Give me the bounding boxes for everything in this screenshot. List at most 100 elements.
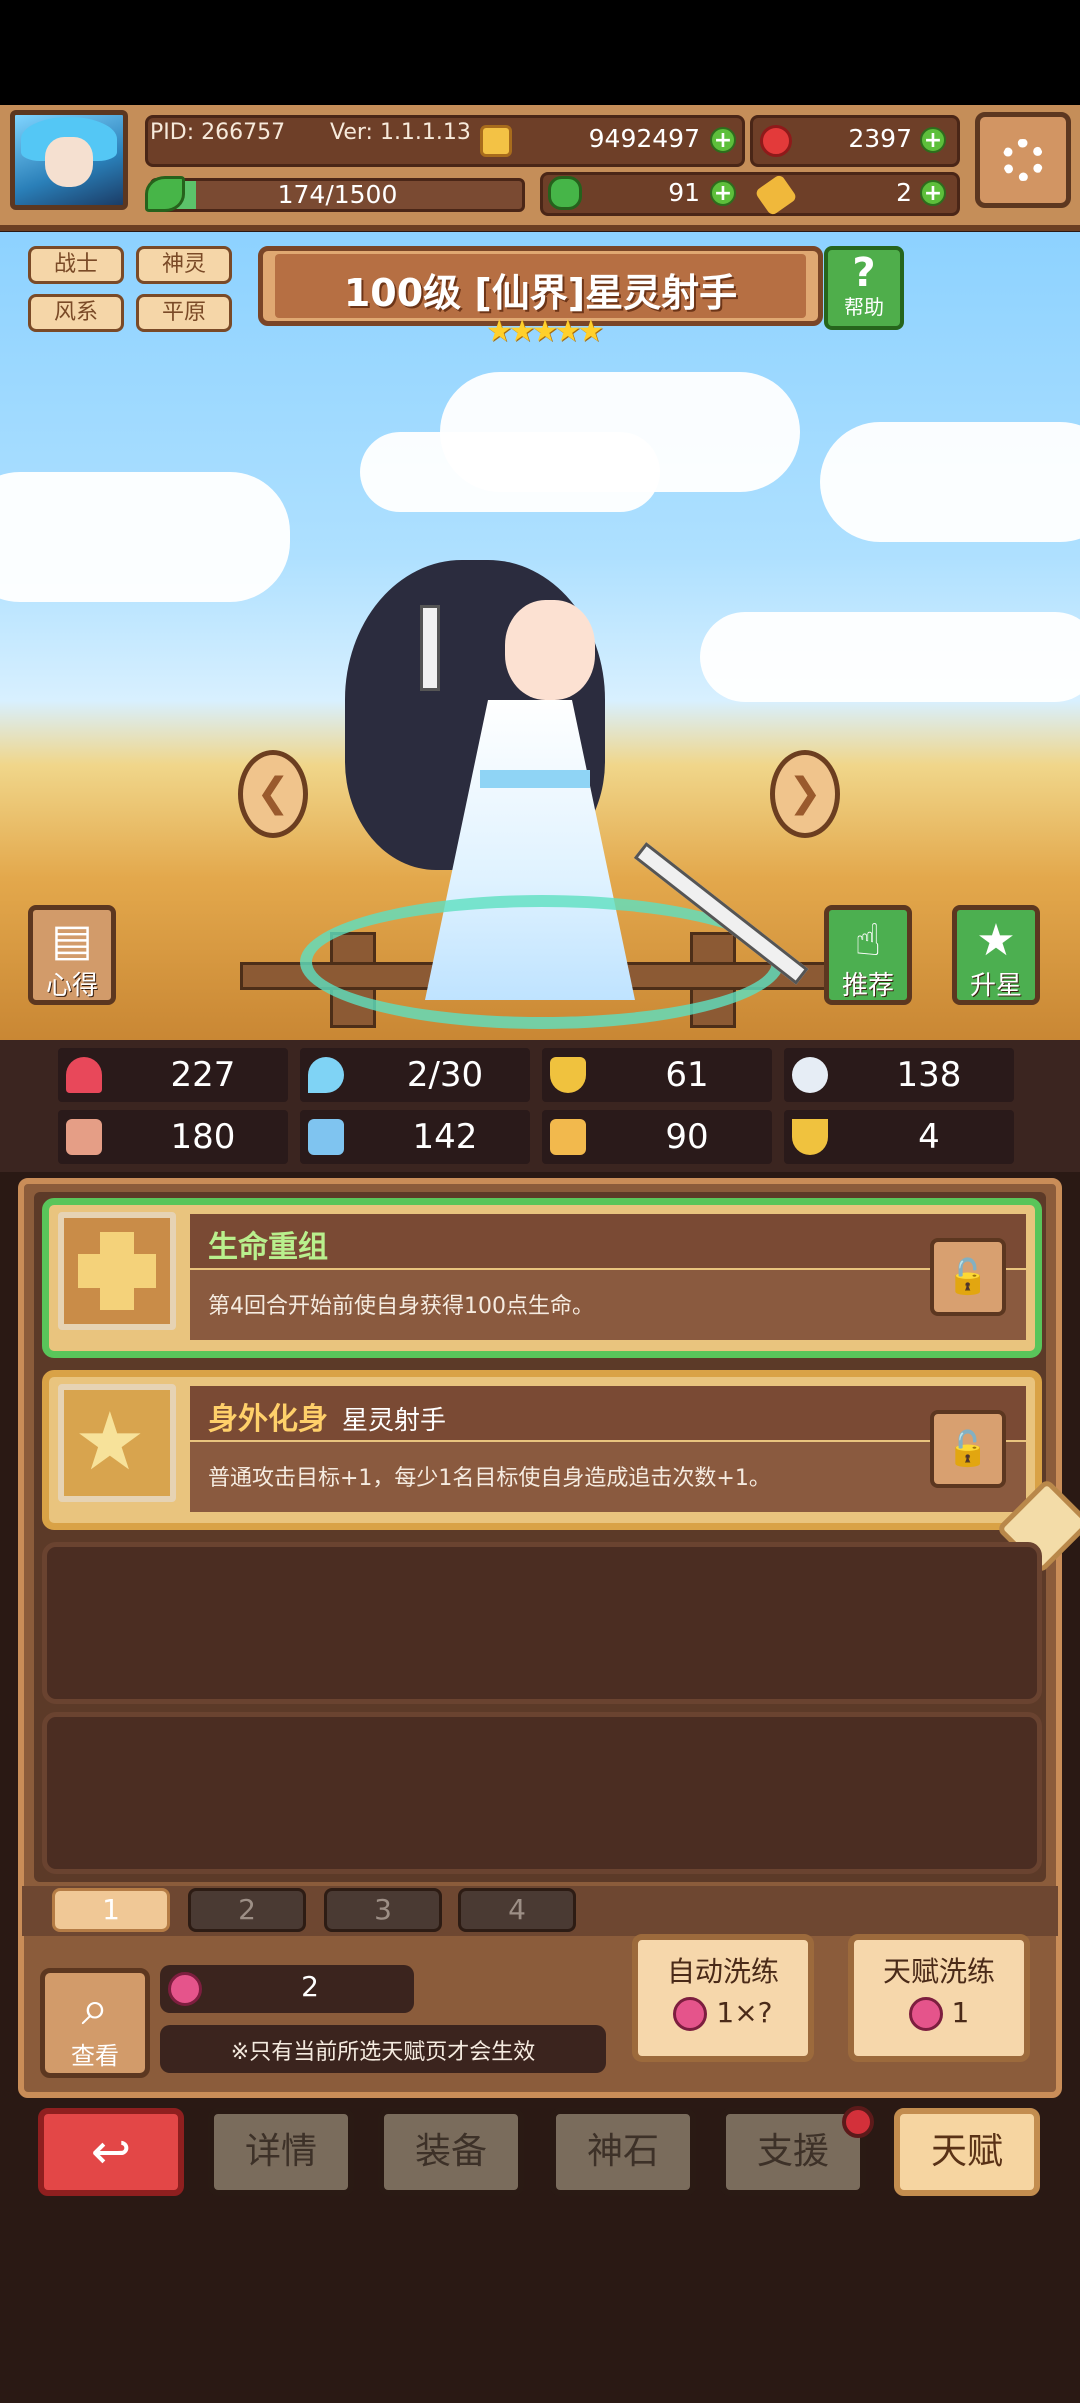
cloud: [360, 432, 660, 512]
recommend-label: 推荐: [841, 971, 894, 1001]
talent-refine-label: 天赋洗练: [882, 1955, 995, 1988]
padlock-icon: 🔓: [946, 1257, 990, 1297]
stat-attack: 180: [58, 1110, 288, 1164]
auto-refine-button[interactable]: 自动洗练 1×?: [632, 1934, 814, 2062]
stat-defense: 61: [542, 1048, 772, 1102]
notification-badge: [842, 2106, 874, 2138]
clover-amount: 91: [668, 178, 700, 207]
help-button[interactable]: ? 帮助: [824, 246, 904, 330]
heart-icon: [66, 1057, 102, 1093]
talent-2-subtitle: 星灵射手: [342, 1406, 447, 1436]
version-text: Ver: 1.1.1.13: [330, 120, 471, 145]
tag-warrior: 战士: [28, 246, 124, 284]
lookup-label: 查看: [71, 2042, 119, 2070]
stat-attack-value: 180: [170, 1117, 236, 1157]
talent-1-desc: 第4回合开始前使自身获得100点生命。: [208, 1294, 594, 1319]
recommend-button[interactable]: ☝ 推荐: [824, 905, 912, 1005]
add-clovers-button[interactable]: +: [710, 180, 736, 206]
fruit-icon: [673, 1997, 708, 2031]
scroll-icon: ▤: [51, 915, 93, 966]
gem-icon: [760, 125, 792, 157]
lookup-button[interactable]: ⌕ 查看: [40, 1968, 150, 2078]
talent-icon-1: [58, 1212, 176, 1330]
empty-talent-slot-4[interactable]: [42, 1712, 1042, 1874]
active-page-note: ※只有当前所选天赋页才会生效: [230, 2040, 536, 2065]
star-shape-icon: ★: [74, 1395, 146, 1488]
hero-stars: ★★★★★: [485, 314, 604, 349]
add-keys-button[interactable]: +: [920, 180, 946, 206]
thumbs-up-icon: ☝: [854, 915, 882, 966]
horseshoe-icon: [792, 1119, 828, 1155]
nav-talent[interactable]: 天赋: [894, 2108, 1040, 2196]
stat-magic: 142: [300, 1110, 530, 1164]
player-avatar[interactable]: [10, 110, 128, 210]
hero-title: 100级 [仙界]星灵射手: [343, 271, 738, 315]
key-amount: 2: [896, 178, 912, 207]
status-bar-area: [0, 0, 1080, 105]
floating-sword: [420, 605, 440, 691]
stat-luck: 4: [784, 1110, 1014, 1164]
empty-talent-slot-3[interactable]: [42, 1542, 1042, 1704]
page-tab-4[interactable]: 4: [458, 1888, 576, 1932]
cloud: [700, 612, 1080, 702]
back-button[interactable]: ↩: [38, 2108, 184, 2196]
wing-icon: [792, 1057, 828, 1093]
stat-crit: 90: [542, 1110, 772, 1164]
stat-crit-value: 90: [665, 1117, 709, 1157]
upstar-button[interactable]: ★ 升星: [952, 905, 1040, 1005]
question-icon: ?: [852, 250, 876, 296]
magnifier-icon: ⌕: [81, 1980, 109, 2036]
coin-icon: [480, 125, 512, 157]
nav-equipment[interactable]: 装备: [378, 2108, 524, 2196]
stat-mana-value: 2/30: [406, 1055, 484, 1095]
stat-luck-value: 4: [918, 1117, 940, 1157]
talent-refine-cost: 1: [951, 1996, 970, 2029]
talent-icon-2: ★: [58, 1384, 176, 1502]
fist-icon: [66, 1119, 102, 1155]
auto-refine-cost: 1×?: [716, 1996, 773, 2029]
tag-plains: 平原: [136, 294, 232, 332]
book-icon: [308, 1119, 344, 1155]
stat-speed: 138: [784, 1048, 1014, 1102]
talent-refine-button[interactable]: 天赋洗练 1: [848, 1934, 1030, 2062]
cloud: [820, 422, 1080, 542]
nav-details[interactable]: 详情: [208, 2108, 354, 2196]
stat-mana: 2/30: [300, 1048, 530, 1102]
stat-hp-value: 227: [170, 1055, 236, 1095]
add-gems-button[interactable]: +: [920, 127, 946, 153]
talent-2-title: 身外化身: [208, 1402, 328, 1437]
cloud: [0, 472, 290, 602]
page-tab-2[interactable]: 2: [188, 1888, 306, 1932]
stat-hp: 227: [58, 1048, 288, 1102]
avatar-face: [45, 137, 93, 187]
page-tab-1[interactable]: 1: [52, 1888, 170, 1932]
prev-hero-button[interactable]: ❮: [238, 750, 308, 838]
boot-icon: [550, 1119, 586, 1155]
star-icon: ★: [976, 915, 1016, 966]
stat-speed-value: 138: [896, 1055, 962, 1095]
next-hero-button[interactable]: ❯: [770, 750, 840, 838]
add-coins-button[interactable]: +: [710, 127, 736, 153]
padlock-icon: 🔓: [946, 1429, 990, 1469]
talent-2-desc: 普通攻击目标+1，每少1名目标使自身造成追击次数+1。: [208, 1466, 771, 1491]
player-id: PID: 266757: [150, 120, 286, 145]
stat-defense-value: 61: [665, 1055, 709, 1095]
clover-icon: [548, 176, 582, 210]
energy-value: 174/1500: [277, 180, 398, 209]
hero-belt: [480, 770, 590, 788]
gear-icon: [1002, 139, 1044, 181]
return-arrow-icon: ↩: [90, 2124, 132, 2180]
tag-wind: 风系: [28, 294, 124, 332]
coin-amount: 9492497: [588, 124, 700, 153]
nav-stone[interactable]: 神石: [550, 2108, 696, 2196]
lock-talent-1-button[interactable]: 🔓: [930, 1238, 1006, 1316]
auto-refine-label: 自动洗练: [666, 1955, 779, 1988]
insight-button[interactable]: ▤ 心得: [28, 905, 116, 1005]
plus-icon-h: [78, 1254, 156, 1288]
shield-icon: [550, 1057, 586, 1093]
gem-amount: 2397: [848, 124, 912, 153]
page-tab-3[interactable]: 3: [324, 1888, 442, 1932]
settings-button[interactable]: [975, 112, 1071, 208]
lock-talent-2-button[interactable]: 🔓: [930, 1410, 1006, 1488]
upstar-label: 升星: [969, 971, 1022, 1001]
